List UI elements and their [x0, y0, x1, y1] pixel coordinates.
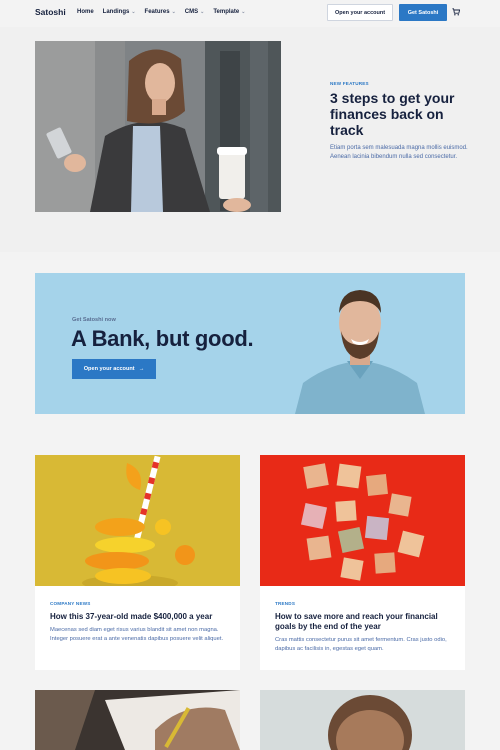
chevron-down-icon: ⌄ — [171, 9, 176, 15]
card-title[interactable]: How to save more and reach your financia… — [275, 612, 453, 632]
hero-image — [35, 41, 281, 212]
banner-title: A Bank, but good. — [71, 326, 254, 351]
logo[interactable]: Satoshi — [35, 7, 66, 17]
nav-item-label: Features — [144, 9, 170, 15]
nav-item-label: CMS — [184, 9, 199, 15]
hero-text: NEW FEATURES 3 steps to get your finance… — [330, 81, 470, 162]
nav-item-features[interactable]: Features ⌄ — [145, 9, 176, 15]
nav-item-landings[interactable]: Landings ⌄ — [103, 9, 136, 15]
nav-item-label: Template — [213, 9, 240, 15]
nav-item-cms[interactable]: CMS ⌄ — [185, 9, 205, 15]
card-description: Maecenas sed diam eget risus varius blan… — [50, 627, 224, 642]
hero-eyebrow: NEW FEATURES — [330, 81, 369, 86]
cart-icon[interactable] — [452, 8, 460, 16]
hero-description: Etiam porta sem malesuada magna mollis e… — [330, 145, 468, 160]
site-header: Satoshi Home Landings ⌄ Features ⌄ CMS ⌄ Te… — [0, 0, 500, 27]
nav-item-label: Landings — [102, 9, 130, 15]
banner-eyebrow: Get Satoshi now — [72, 317, 116, 323]
lemon-slices-image — [35, 455, 240, 586]
cta-banner: Get Satoshi now A Bank, but good. Open y… — [35, 273, 465, 414]
open-account-cta-button[interactable]: Open your account → — [72, 359, 156, 379]
wooden-blocks-image — [260, 455, 465, 586]
get-satoshi-button[interactable]: Get Satoshi — [399, 4, 447, 21]
nav-item-label: Home — [77, 9, 94, 15]
nav-item-template[interactable]: Template ⌄ — [213, 9, 245, 15]
card-body: TRENDS How to save more and reach your f… — [275, 601, 453, 654]
arrow-right-icon: → — [138, 366, 145, 372]
main-nav: Home Landings ⌄ Features ⌄ CMS ⌄ Template ⌄ — [77, 9, 254, 15]
chevron-down-icon: ⌄ — [131, 9, 136, 15]
button-label: Open your account — [83, 366, 135, 372]
card-tag: TRENDS — [275, 601, 296, 606]
card-title[interactable]: How this 37-year-old made $400,000 a yea… — [50, 612, 228, 622]
hero-title: 3 steps to get your finances back on tra… — [330, 90, 455, 138]
chevron-down-icon: ⌄ — [241, 9, 246, 15]
card-body: COMPANY NEWS How this 37-year-old made $… — [50, 601, 228, 644]
nav-item-home[interactable]: Home — [77, 9, 94, 15]
card-tag: COMPANY NEWS — [50, 601, 91, 606]
open-account-button[interactable]: Open your account — [327, 4, 393, 21]
chevron-down-icon: ⌄ — [200, 9, 205, 15]
writing-hand-image — [35, 690, 240, 750]
article-card[interactable]: TRENDS How to save more and reach your f… — [260, 455, 465, 670]
person-portrait-image — [260, 690, 465, 750]
card-description: Cras mattis consectetur purus sit amet f… — [275, 637, 447, 652]
article-card[interactable]: COMPANY NEWS How this 37-year-old made $… — [35, 455, 240, 670]
smiling-man-image — [295, 290, 425, 414]
